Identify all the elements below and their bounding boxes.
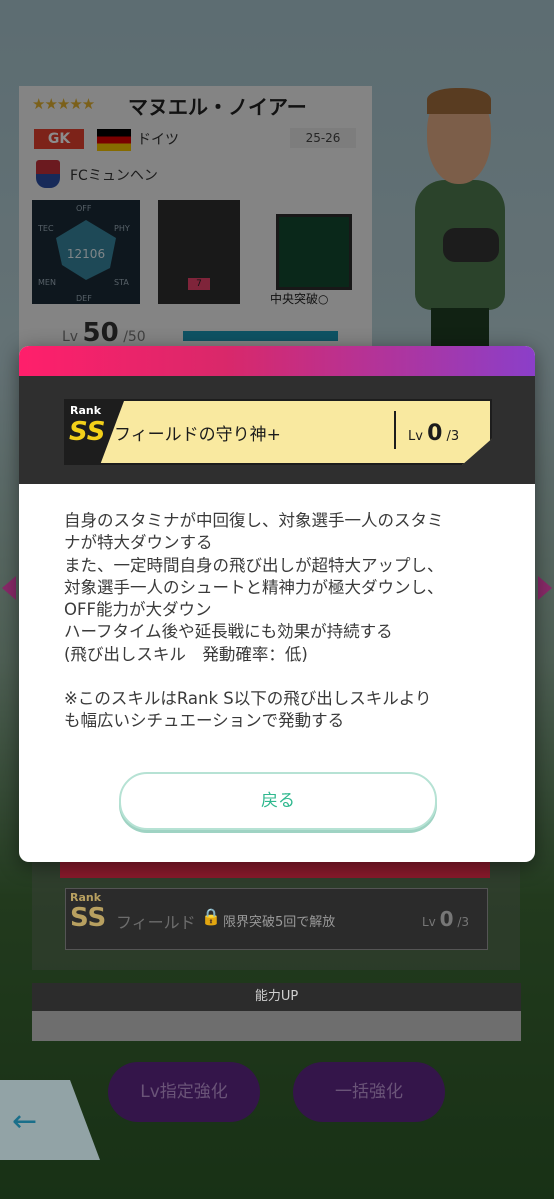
description-line: 対象選手一人のシュートと精神力が極大ダウンし、: [64, 577, 444, 597]
prev-arrow-icon[interactable]: [2, 576, 16, 600]
skill-description: 自身のスタミナが中回復し、対象選手一人のスタミ ナが特大ダウンする また、一定時…: [64, 510, 504, 733]
return-button[interactable]: 戻る: [119, 772, 437, 830]
skill-rank-label: Rank: [70, 404, 102, 417]
skill-level: Lv 0 /3: [408, 421, 460, 446]
skill-row-highlight: [60, 862, 490, 878]
skill-rank: SS: [70, 903, 107, 933]
skill-detail-modal: Rank SS フィールドの守り神+ Lv 0 /3 自身のスタミナが中回復し、…: [19, 346, 535, 862]
section-header: 能力UP: [32, 983, 521, 1011]
lock-icon: 🔒: [201, 907, 221, 926]
ability-up-list: [32, 1011, 521, 1041]
skill-rank: SS: [69, 417, 106, 447]
skill-name: フィールドの守り神+: [114, 425, 281, 445]
locked-skill-row[interactable]: Rank SS フィールド 🔒 限界突破5回で解放 Lv 0 /3: [65, 888, 488, 950]
note-line: も幅広いシチュエーションで発動する: [64, 711, 345, 731]
skill-banner: Rank SS フィールドの守り神+ Lv 0 /3: [64, 399, 492, 465]
description-line: また、一定時間自身の飛び出しが超特大アップし、: [64, 555, 444, 575]
next-arrow-icon[interactable]: [538, 576, 552, 600]
modal-top-bar: [19, 346, 535, 376]
description-line: (飛び出しスキル 発動確率：低): [64, 644, 308, 664]
skill-level: Lv 0 /3: [421, 907, 469, 931]
skill-name: フィールド: [116, 913, 196, 932]
description-line: ナが特大ダウンする: [64, 533, 213, 553]
description-line: ハーフタイム後や延長戦にも効果が持続する: [64, 622, 393, 642]
description-line: OFF能力が大ダウン: [64, 600, 212, 620]
note-line: ※このスキルはRank S以下の飛び出しスキルより: [64, 689, 432, 709]
arrow-left-icon[interactable]: ←: [12, 1104, 37, 1139]
unlock-condition: 限界突破5回で解放: [223, 915, 336, 930]
description-line: 自身のスタミナが中回復し、対象選手一人のスタミ: [64, 511, 444, 530]
banner-divider: [394, 411, 396, 449]
bulk-enhance-button[interactable]: 一括強化: [293, 1062, 445, 1122]
level-enhance-button[interactable]: Lv指定強化: [108, 1062, 260, 1122]
